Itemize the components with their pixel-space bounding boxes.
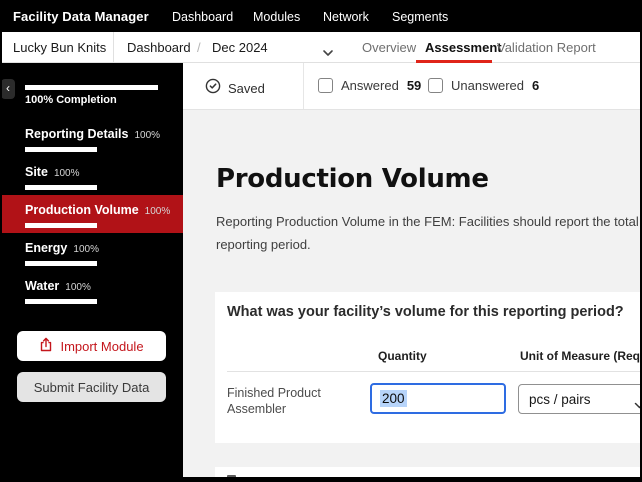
module-progressbar [25, 261, 97, 266]
module-percent: 100% [73, 244, 99, 255]
sidebar-item-water[interactable]: Water 100% [0, 271, 183, 309]
module-percent: 100% [145, 206, 171, 217]
unit-of-measure-select[interactable]: pcs / pairs [518, 384, 642, 414]
import-module-label: Import Module [60, 339, 143, 354]
breadcrumb-bar: Lucky Bun Knits Dashboard / Dec 2024 Ove… [0, 32, 642, 63]
overall-completion-label: 100% Completion [25, 94, 117, 106]
chevron-left-icon: ‹ [6, 81, 10, 95]
description-line: reporting period. [216, 233, 642, 256]
page-title: Production Volume [216, 164, 489, 194]
nav-item-segments[interactable]: Segments [392, 10, 448, 24]
answered-checkbox[interactable] [318, 78, 333, 93]
tab-overview[interactable]: Overview [362, 40, 416, 55]
module-description: Reporting Production Volume in the FEM: … [216, 210, 642, 256]
nav-item-network[interactable]: Network [323, 10, 369, 24]
overall-completion-progressbar [25, 85, 158, 90]
breadcrumb-separator: / [197, 40, 201, 55]
vertical-divider [113, 32, 114, 62]
unanswered-label[interactable]: Unanswered [451, 78, 524, 93]
sidebar-item-energy[interactable]: Energy 100% [0, 233, 183, 271]
unit-selected-value: pcs / pairs [529, 392, 591, 407]
module-progressbar [25, 147, 97, 152]
answered-count: 59 [407, 78, 421, 93]
module-label: Production Volume [25, 203, 139, 217]
submit-facility-data-label: Submit Facility Data [34, 380, 150, 395]
module-label: Site [25, 165, 48, 179]
module-label: Reporting Details [25, 127, 129, 141]
assessment-content: Saved Answered 59 Unanswered 6 Productio… [183, 63, 642, 482]
unanswered-checkbox[interactable] [428, 78, 443, 93]
description-line: Reporting Production Volume in the FEM: … [216, 210, 642, 233]
sidebar-item-production-volume[interactable]: Production Volume 100% [0, 195, 183, 233]
chevron-down-icon[interactable] [322, 44, 334, 62]
module-progressbar [25, 223, 97, 228]
frame-border-bottom [0, 477, 642, 482]
top-navbar: Facility Data Manager Dashboard Modules … [0, 0, 642, 32]
save-status: Saved [205, 78, 265, 99]
module-label: Water [25, 279, 59, 293]
check-circle-icon [205, 78, 221, 99]
module-list: Reporting Details 100% Site 100% Productio… [0, 119, 183, 309]
module-percent: 100% [54, 168, 80, 179]
question-card: What was your facility’s volume for this… [215, 292, 642, 443]
row-label: Finished Product Assembler [227, 386, 352, 417]
answered-filter: Answered 59 [318, 78, 421, 93]
module-label: Energy [25, 241, 67, 255]
app-window: Facility Data Manager Dashboard Modules … [0, 0, 642, 482]
header-divider [227, 371, 642, 372]
nav-item-dashboard[interactable]: Dashboard [172, 10, 233, 24]
module-percent: 100% [135, 130, 161, 141]
vertical-divider [303, 63, 304, 109]
column-header-quantity: Quantity [378, 349, 427, 363]
breadcrumb-dashboard-link[interactable]: Dashboard [127, 40, 191, 55]
module-sidebar: ‹ 100% Completion Reporting Details 100% … [0, 63, 183, 482]
save-status-label: Saved [228, 81, 265, 96]
module-percent: 100% [65, 282, 91, 293]
column-header-unit: Unit of Measure (Required) [520, 349, 642, 363]
unanswered-count: 6 [532, 78, 539, 93]
module-progressbar [25, 299, 97, 304]
nav-item-modules[interactable]: Modules [253, 10, 300, 24]
sidebar-item-reporting-details[interactable]: Reporting Details 100% [0, 119, 183, 157]
sidebar-item-site[interactable]: Site 100% [0, 157, 183, 195]
answered-label[interactable]: Answered [341, 78, 399, 93]
period-selector[interactable]: Dec 2024 [212, 40, 268, 55]
app-logo: Facility Data Manager [13, 9, 149, 24]
unanswered-filter: Unanswered 6 [428, 78, 539, 93]
module-progressbar [25, 185, 97, 190]
sidebar-collapse-button[interactable]: ‹ [1, 79, 15, 99]
assessment-toolbar: Saved Answered 59 Unanswered 6 [183, 63, 642, 110]
quantity-value-selected: 200 [380, 390, 407, 407]
submit-facility-data-button[interactable]: Submit Facility Data [17, 372, 166, 402]
tab-assessment[interactable]: Assessment [425, 40, 502, 55]
upload-icon [39, 337, 53, 355]
import-module-button[interactable]: Import Module [17, 331, 166, 361]
question-text: What was your facility’s volume for this… [227, 304, 624, 320]
facility-name: Lucky Bun Knits [13, 40, 106, 55]
frame-border-left [0, 32, 2, 482]
tab-validation-report[interactable]: Validation Report [497, 40, 596, 55]
quantity-input[interactable]: 200 [370, 383, 506, 414]
